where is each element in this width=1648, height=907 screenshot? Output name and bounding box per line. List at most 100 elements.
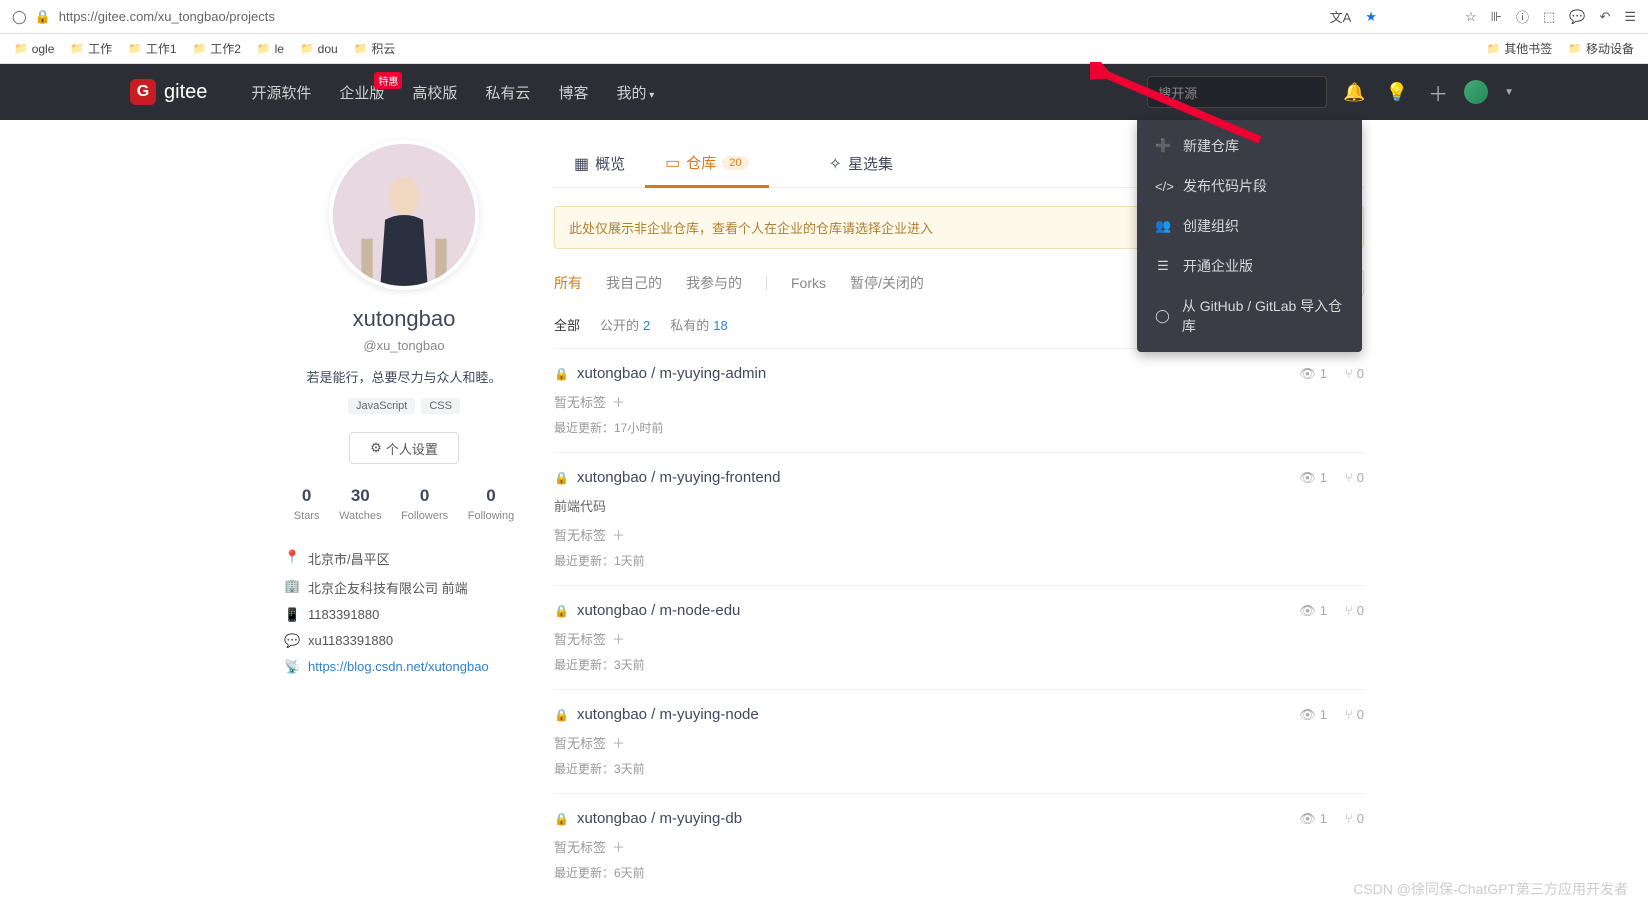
- add-tag-button[interactable]: ＋: [612, 733, 625, 752]
- repo-item: 🔒xutongbao / m-node-edu👁 1⑂ 0暂无标签＋最近更新：3…: [554, 585, 1364, 689]
- bookmark-item[interactable]: le: [251, 38, 290, 59]
- dropdown-item[interactable]: ◯从 GitHub / GitLab 导入仓库: [1137, 286, 1362, 346]
- repo-updated: 最近更新：6天前: [554, 864, 1364, 881]
- rss-icon: 📡: [284, 659, 298, 675]
- repo-updated: 最近更新：3天前: [554, 760, 1364, 777]
- browser-address-bar: ◯ 🔒 https://gitee.com/xu_tongbao/project…: [0, 0, 1648, 34]
- username: xutongbao: [284, 306, 524, 332]
- bookmark-item[interactable]: ogle: [8, 38, 60, 59]
- info-wechat: 💬xu1183391880: [284, 628, 524, 654]
- subfilter-public[interactable]: 公开的2: [600, 315, 650, 334]
- bulb-icon[interactable]: 💡: [1382, 78, 1412, 107]
- bookmark-star-icon[interactable]: ★: [1365, 9, 1377, 25]
- repo-name[interactable]: xutongbao / m-yuying-admin: [577, 365, 766, 382]
- pin-icon: 📍: [284, 549, 298, 565]
- repo-item: 🔒xutongbao / m-yuying-db👁 1⑂ 0暂无标签＋最近更新：…: [554, 793, 1364, 897]
- tab-starred[interactable]: ✧星选集: [809, 140, 913, 187]
- dropdown-item[interactable]: 👥创建组织: [1137, 206, 1362, 246]
- repo-watches: 👁 1: [1299, 366, 1327, 382]
- nav-item[interactable]: 企业版特惠: [325, 82, 398, 103]
- back-icon[interactable]: ↶: [1599, 9, 1610, 25]
- stat-item[interactable]: 0Stars: [294, 486, 320, 522]
- dropdown-item[interactable]: </>发布代码片段: [1137, 166, 1362, 206]
- avatar[interactable]: [329, 140, 479, 290]
- nav-item[interactable]: 私有云: [471, 82, 544, 103]
- bell-icon[interactable]: 🔔: [1339, 78, 1369, 107]
- filter-mine[interactable]: 我自己的: [606, 273, 662, 293]
- translate-icon[interactable]: ⽂A: [1330, 7, 1352, 26]
- repo-tags: 暂无标签＋: [554, 525, 1364, 544]
- bookmark-item[interactable]: 积云: [348, 38, 402, 59]
- dropdown-label: 创建组织: [1183, 216, 1239, 236]
- library-icon[interactable]: ⊪: [1491, 9, 1502, 25]
- subfilter-private[interactable]: 私有的18: [670, 315, 727, 334]
- add-tag-button[interactable]: ＋: [612, 392, 625, 411]
- bookmarks-bar: ogle工作工作1工作2ledou积云 其他书签移动设备: [0, 34, 1648, 64]
- fork-icon: ⑂: [1345, 366, 1353, 381]
- chevron-down-icon[interactable]: ▼: [1500, 83, 1518, 102]
- avatar-nav[interactable]: [1464, 80, 1488, 104]
- repo-name[interactable]: xutongbao / m-yuying-node: [577, 706, 759, 723]
- bookmark-item[interactable]: 工作2: [187, 38, 247, 59]
- bookmark-item[interactable]: dou: [294, 38, 344, 59]
- repo-watches: 👁 1: [1299, 707, 1327, 723]
- repo-forks: ⑂ 0: [1345, 603, 1364, 619]
- lock-icon: 🔒: [554, 604, 569, 618]
- bookmark-item[interactable]: 工作: [64, 38, 118, 59]
- bookmark-item[interactable]: 其他书签: [1481, 38, 1559, 59]
- nav-item[interactable]: 开源软件: [237, 82, 325, 103]
- nav-item[interactable]: 高校版: [398, 82, 471, 103]
- dropdown-item[interactable]: ☰开通企业版: [1137, 246, 1362, 286]
- lock-icon: 🔒: [554, 367, 569, 381]
- subfilter-all[interactable]: 全部: [554, 315, 580, 334]
- tab-overview[interactable]: ▦概览: [554, 140, 645, 187]
- stat-item[interactable]: 0Followers: [401, 486, 448, 522]
- repo-item: 🔒xutongbao / m-yuying-frontend👁 1⑂ 0前端代码…: [554, 452, 1364, 585]
- repo-name[interactable]: xutongbao / m-yuying-frontend: [577, 469, 780, 486]
- dropdown-icon: ◯: [1155, 308, 1170, 324]
- shield-icon: ◯: [12, 9, 27, 25]
- repo-watches: 👁 1: [1299, 811, 1327, 827]
- stat-label: Stars: [294, 510, 320, 522]
- dropdown-icon: ☰: [1155, 258, 1171, 274]
- lock-icon: 🔒: [35, 9, 51, 25]
- menu-icon[interactable]: ☰: [1624, 9, 1636, 25]
- building-icon: 🏢: [284, 578, 298, 594]
- add-tag-button[interactable]: ＋: [612, 525, 625, 544]
- extension-icon[interactable]: ⬚: [1543, 9, 1555, 25]
- nav-item[interactable]: 我的 ▾: [602, 82, 668, 103]
- settings-button[interactable]: ⚙ 个人设置: [349, 432, 459, 464]
- dropdown-label: 发布代码片段: [1183, 176, 1267, 196]
- star-icon: ✧: [829, 154, 842, 174]
- stat-item[interactable]: 0Following: [468, 486, 514, 522]
- add-tag-button[interactable]: ＋: [612, 629, 625, 648]
- overview-icon: ▦: [574, 154, 589, 174]
- lock-icon: 🔒: [554, 812, 569, 826]
- repo-forks: ⑂ 0: [1345, 707, 1364, 723]
- wechat-icon: 💬: [284, 633, 298, 649]
- chat-icon[interactable]: 💬: [1569, 9, 1585, 25]
- url-text[interactable]: https://gitee.com/xu_tongbao/projects: [59, 9, 275, 24]
- bookmark-item[interactable]: 工作1: [122, 38, 182, 59]
- stat-item[interactable]: 30Watches: [339, 486, 381, 522]
- logo[interactable]: G gitee: [130, 79, 207, 105]
- add-tag-button[interactable]: ＋: [612, 837, 625, 856]
- handle: @xu_tongbao: [284, 338, 524, 353]
- info-icon[interactable]: ⓘ: [1516, 7, 1529, 26]
- filter-participated[interactable]: 我参与的: [686, 273, 742, 293]
- bookmark-item[interactable]: 移动设备: [1562, 38, 1640, 59]
- plus-icon[interactable]: ＋: [1424, 74, 1452, 111]
- repo-tags: 暂无标签＋: [554, 629, 1364, 648]
- eye-icon: 👁: [1299, 811, 1316, 827]
- info-blog[interactable]: 📡https://blog.csdn.net/xutongbao: [284, 654, 524, 680]
- nav-item[interactable]: 博客: [544, 82, 602, 103]
- tab-repos[interactable]: ▭仓库20: [645, 140, 768, 188]
- info-phone: 📱1183391880: [284, 602, 524, 628]
- filter-forks[interactable]: Forks: [791, 275, 826, 291]
- filter-paused[interactable]: 暂停/关闭的: [850, 273, 924, 293]
- repo-name[interactable]: xutongbao / m-node-edu: [577, 602, 740, 619]
- repo-name[interactable]: xutongbao / m-yuying-db: [577, 810, 742, 827]
- reader-icon[interactable]: ☆: [1465, 9, 1477, 25]
- filter-all[interactable]: 所有: [554, 273, 582, 293]
- repo-tags: 暂无标签＋: [554, 392, 1364, 411]
